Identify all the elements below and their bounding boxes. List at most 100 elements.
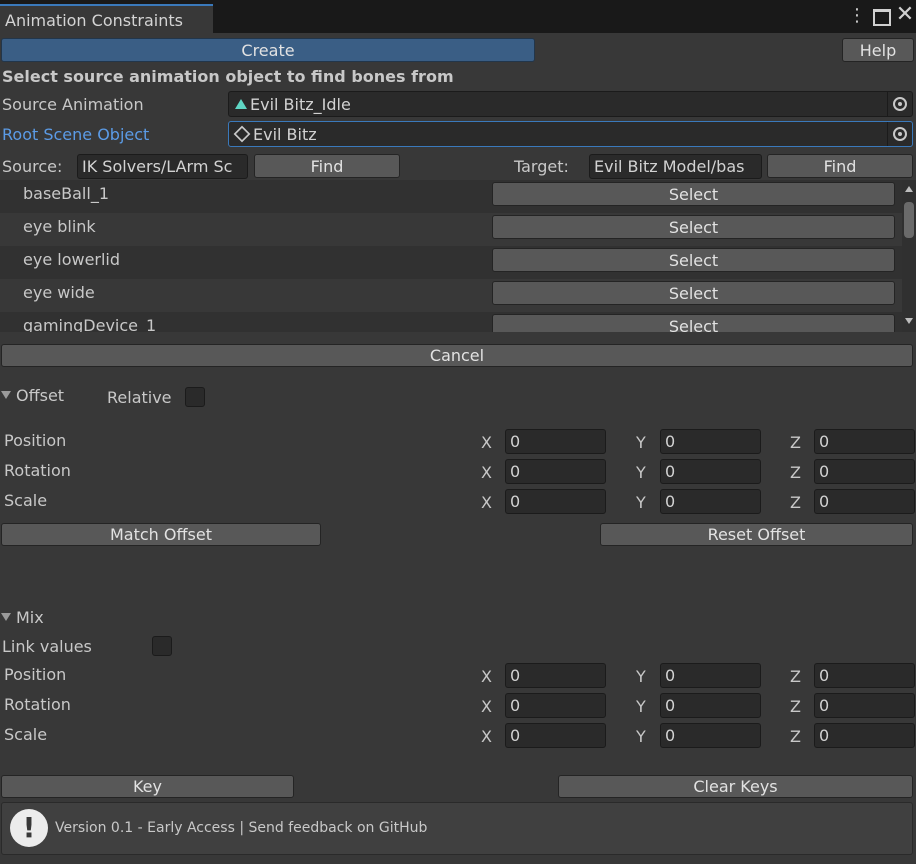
bone-name: eye lowerlid: [23, 250, 121, 269]
mix-rotation-label: Rotation: [4, 695, 71, 714]
root-scene-object-field[interactable]: Evil Bitz: [228, 121, 913, 147]
offset-position-z-input[interactable]: 0: [814, 429, 915, 454]
source-animation-label: Source Animation: [2, 95, 144, 114]
mix-rotation-y-input[interactable]: 0: [660, 693, 761, 718]
window-tab[interactable]: Animation Constraints: [0, 4, 213, 33]
axis-x-label: X: [481, 727, 492, 746]
link-values-checkbox[interactable]: [152, 636, 172, 656]
source-find-button[interactable]: Find: [254, 154, 400, 178]
offset-foldout[interactable]: Offset: [1, 385, 64, 405]
mix-position-y-input[interactable]: 0: [660, 663, 761, 688]
mix-scale-x-input[interactable]: 0: [505, 723, 606, 748]
source-path-input[interactable]: IK Solvers/LArm Sc: [77, 154, 248, 179]
scroll-thumb[interactable]: [904, 202, 914, 238]
axis-x-label: X: [481, 433, 492, 452]
list-item: baseBall_1 Select: [0, 180, 902, 213]
axis-x-label: X: [481, 493, 492, 512]
mix-rotation-x-input[interactable]: 0: [505, 693, 606, 718]
mix-rotation-z-input[interactable]: 0: [814, 693, 915, 718]
axis-x-label: X: [481, 697, 492, 716]
list-item: eye lowerlid Select: [0, 246, 902, 279]
animation-clip-icon: [235, 99, 247, 109]
offset-position-x-input[interactable]: 0: [505, 429, 606, 454]
offset-rotation-y-input[interactable]: 0: [660, 459, 761, 484]
close-icon[interactable]: ✕: [895, 3, 915, 27]
mix-scale-label: Scale: [4, 725, 48, 744]
axis-z-label: Z: [790, 667, 801, 686]
reset-offset-button[interactable]: Reset Offset: [600, 523, 913, 546]
source-animation-field[interactable]: Evil Bitz_Idle: [228, 91, 913, 117]
scroll-down-icon[interactable]: [905, 318, 913, 324]
object-picker-icon[interactable]: [887, 122, 912, 146]
target-label: Target:: [514, 157, 569, 176]
relative-checkbox[interactable]: [185, 387, 205, 407]
maximize-icon[interactable]: [873, 9, 891, 26]
mix-position-label: Position: [4, 665, 67, 684]
more-menu-icon[interactable]: ⋮: [848, 6, 866, 26]
mix-scale-z-input[interactable]: 0: [814, 723, 915, 748]
offset-scale-x-input[interactable]: 0: [505, 489, 606, 514]
select-button[interactable]: Select: [492, 215, 895, 239]
axis-y-label: Y: [636, 463, 646, 482]
foldout-arrow-icon: [1, 391, 11, 399]
bone-name: eye blink: [23, 217, 96, 236]
axis-y-label: Y: [636, 667, 646, 686]
axis-y-label: Y: [636, 493, 646, 512]
list-scrollbar[interactable]: [902, 180, 916, 332]
target-path-input[interactable]: Evil Bitz Model/bas: [589, 154, 762, 179]
scroll-up-icon[interactable]: [905, 186, 913, 192]
clear-keys-button[interactable]: Clear Keys: [558, 775, 913, 798]
bone-name: eye wide: [23, 283, 95, 302]
select-button[interactable]: Select: [492, 182, 895, 206]
offset-scale-label: Scale: [4, 491, 48, 510]
create-button[interactable]: Create: [1, 38, 535, 62]
root-scene-object-label: Root Scene Object: [2, 125, 150, 144]
offset-position-y-input[interactable]: 0: [660, 429, 761, 454]
mix-foldout[interactable]: Mix: [1, 607, 44, 627]
source-label: Source:: [2, 157, 63, 176]
axis-z-label: Z: [790, 727, 801, 746]
offset-rotation-label: Rotation: [4, 461, 71, 480]
footer-text: Version 0.1 - Early Access | Send feedba…: [55, 820, 428, 836]
target-find-button[interactable]: Find: [767, 154, 913, 178]
offset-position-label: Position: [4, 431, 67, 450]
axis-x-label: X: [481, 463, 492, 482]
axis-z-label: Z: [790, 697, 801, 716]
help-button[interactable]: Help: [842, 38, 914, 62]
mix-position-z-input[interactable]: 0: [814, 663, 915, 688]
axis-y-label: Y: [636, 727, 646, 746]
bone-name: baseBall_1: [23, 184, 109, 203]
mix-position-x-input[interactable]: 0: [505, 663, 606, 688]
window-tab-title: Animation Constraints: [5, 11, 183, 30]
relative-label: Relative: [107, 388, 172, 407]
offset-rotation-z-input[interactable]: 0: [814, 459, 915, 484]
info-helpbox: ! Version 0.1 - Early Access | Send feed…: [1, 802, 913, 855]
list-item: eye wide Select: [0, 279, 902, 312]
info-icon: !: [10, 809, 48, 847]
list-item: eye blink Select: [0, 213, 902, 246]
gameobject-cube-icon: [233, 125, 251, 143]
offset-scale-z-input[interactable]: 0: [814, 489, 915, 514]
instruction-text: Select source animation object to find b…: [2, 67, 454, 86]
mix-scale-y-input[interactable]: 0: [660, 723, 761, 748]
mix-title: Mix: [16, 607, 44, 627]
foldout-arrow-icon: [1, 613, 11, 621]
cancel-button[interactable]: Cancel: [1, 344, 913, 367]
offset-title: Offset: [16, 385, 65, 405]
offset-rotation-x-input[interactable]: 0: [505, 459, 606, 484]
axis-x-label: X: [481, 667, 492, 686]
select-button[interactable]: Select: [492, 314, 895, 332]
offset-scale-y-input[interactable]: 0: [660, 489, 761, 514]
object-picker-icon[interactable]: [887, 92, 912, 116]
match-offset-button[interactable]: Match Offset: [1, 523, 321, 546]
select-button[interactable]: Select: [492, 248, 895, 272]
list-item: gamingDevice_1 Select: [0, 312, 902, 332]
select-button[interactable]: Select: [492, 281, 895, 305]
axis-y-label: Y: [636, 697, 646, 716]
root-scene-object-value: Evil Bitz: [253, 124, 317, 144]
bone-name: gamingDevice_1: [23, 316, 157, 332]
axis-z-label: Z: [790, 493, 801, 512]
link-values-label: Link values: [2, 637, 92, 656]
key-button[interactable]: Key: [1, 775, 294, 798]
source-animation-value: Evil Bitz_Idle: [250, 94, 351, 114]
